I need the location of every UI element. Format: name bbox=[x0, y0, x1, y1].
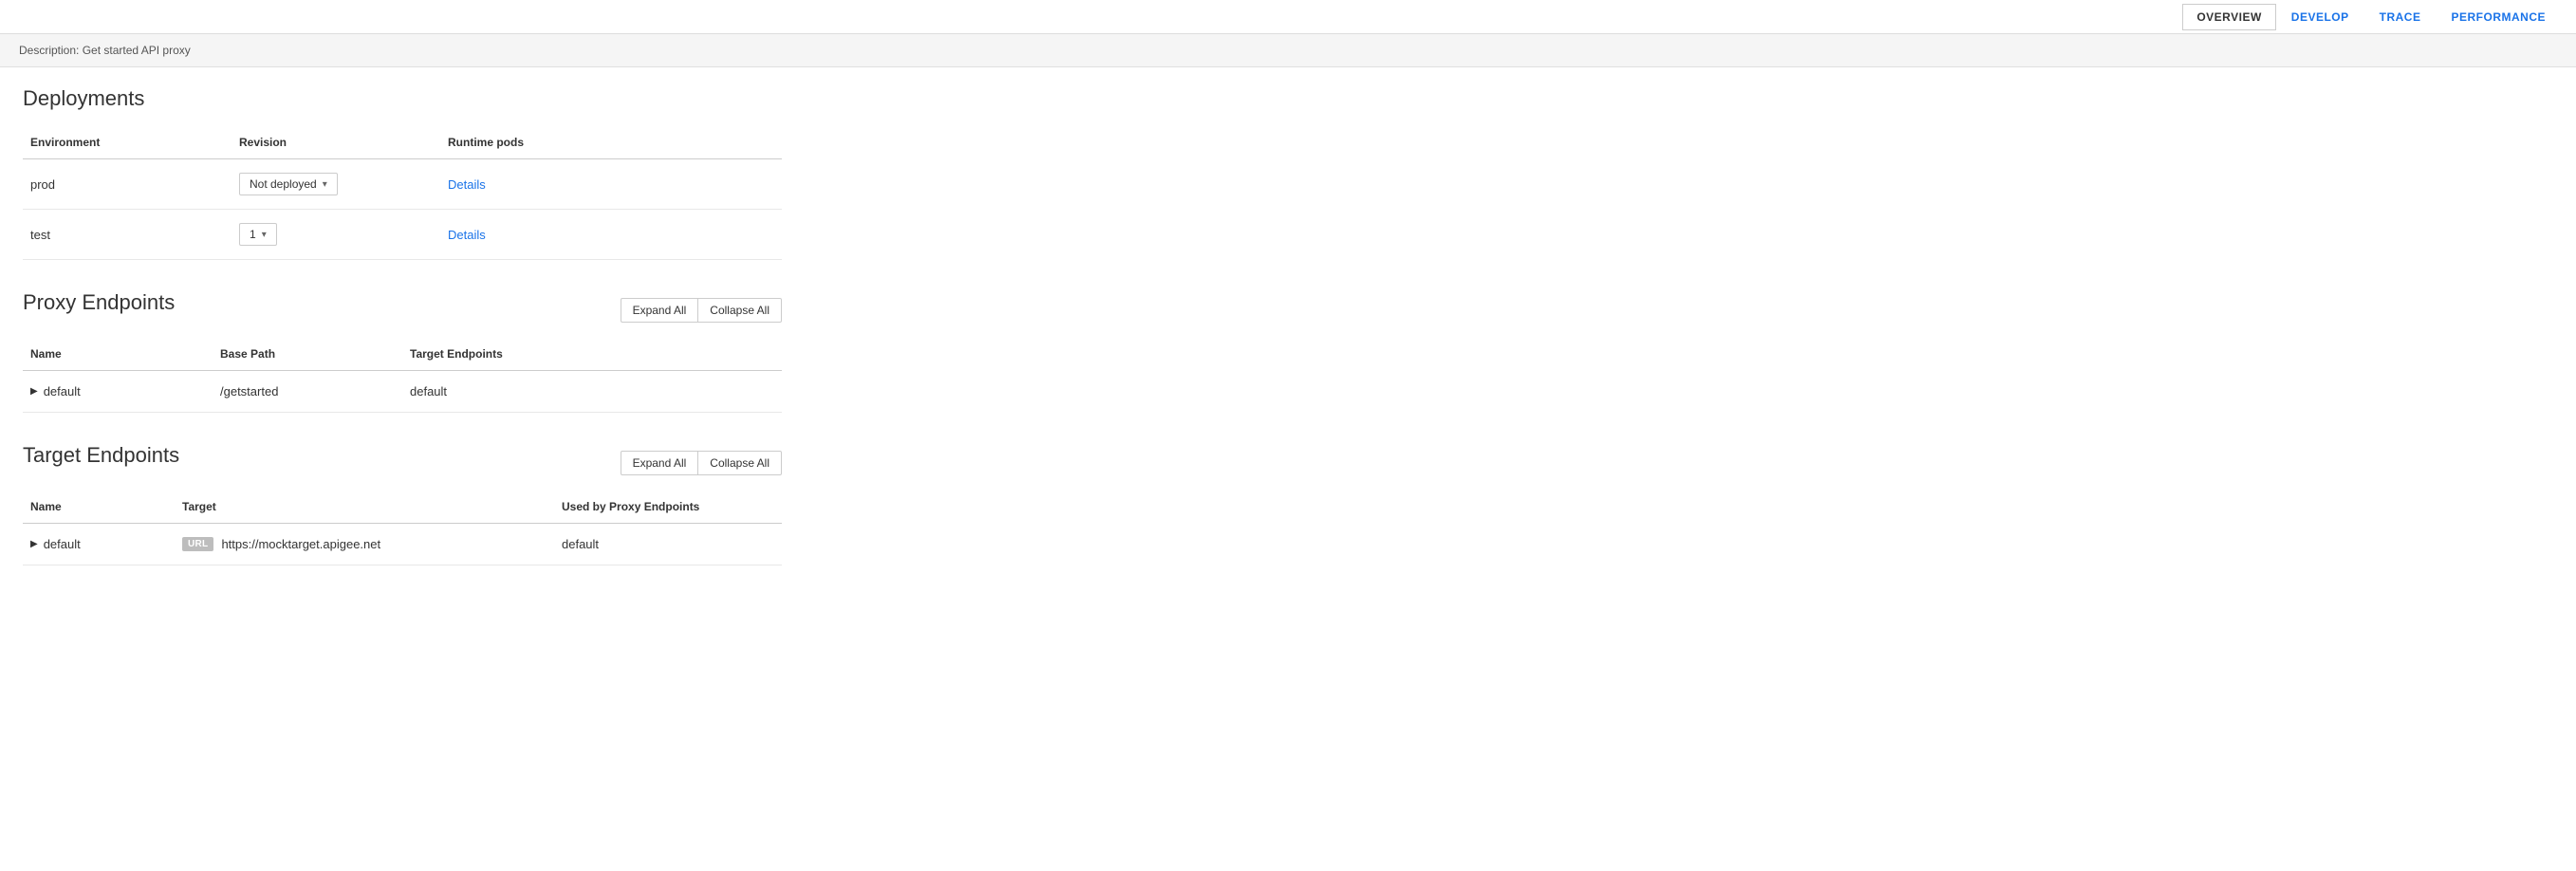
chevron-down-icon: ▾ bbox=[323, 179, 327, 190]
deployment-revision-test: 1 ▾ bbox=[232, 219, 440, 250]
deployment-env-test: test bbox=[23, 224, 232, 246]
nav-performance[interactable]: PERFORMANCE bbox=[2436, 3, 2561, 31]
description-bar: Description: Get started API proxy bbox=[0, 34, 2576, 67]
target-ep-table-header: Name Target Used by Proxy Endpoints bbox=[23, 491, 782, 524]
not-deployed-dropdown[interactable]: Not deployed ▾ bbox=[239, 173, 338, 195]
proxy-ep-name: default bbox=[44, 384, 81, 398]
deployment-pods-test: Details bbox=[440, 224, 782, 246]
target-ep-row-default: ▶ default URL https://mocktarget.apigee.… bbox=[23, 524, 782, 565]
expand-target-row-icon[interactable]: ▶ bbox=[30, 539, 38, 549]
nav-overview[interactable]: OVERVIEW bbox=[2182, 4, 2275, 30]
proxy-ep-table-header: Name Base Path Target Endpoints bbox=[23, 338, 782, 371]
proxy-endpoints-title: Proxy Endpoints bbox=[23, 290, 175, 315]
target-ep-used-by: default bbox=[554, 533, 782, 555]
proxy-ep-col-basepath: Base Path bbox=[213, 343, 402, 364]
deployments-section: Deployments Environment Revision Runtime… bbox=[23, 86, 782, 260]
target-ep-col-used-by: Used by Proxy Endpoints bbox=[554, 496, 782, 517]
deployments-title: Deployments bbox=[23, 86, 782, 111]
proxy-endpoints-section: Proxy Endpoints Expand All Collapse All … bbox=[23, 290, 2553, 413]
target-expand-collapse-btns: Expand All Collapse All bbox=[621, 451, 782, 475]
target-ep-name-cell: ▶ default bbox=[23, 533, 175, 555]
deployment-revision-prod: Not deployed ▾ bbox=[232, 169, 440, 199]
target-endpoints-header-row: Target Endpoints Expand All Collapse All bbox=[23, 443, 782, 483]
url-badge: URL bbox=[182, 537, 213, 551]
proxy-ep-name-cell: ▶ default bbox=[23, 380, 213, 402]
target-collapse-all-button[interactable]: Collapse All bbox=[697, 451, 782, 475]
deployments-col-runtime: Runtime pods bbox=[440, 132, 782, 153]
target-endpoints-table: Name Target Used by Proxy Endpoints ▶ de… bbox=[23, 491, 782, 565]
target-endpoints-title: Target Endpoints bbox=[23, 443, 179, 468]
deployment-env-prod: prod bbox=[23, 174, 232, 195]
chevron-down-icon: ▾ bbox=[262, 230, 267, 240]
nav-trace[interactable]: TRACE bbox=[2364, 3, 2437, 31]
revision-dropdown-test[interactable]: 1 ▾ bbox=[239, 223, 277, 246]
prod-details-link[interactable]: Details bbox=[448, 177, 486, 192]
description-text: Description: Get started API proxy bbox=[19, 44, 191, 57]
proxy-ep-target: default bbox=[402, 380, 782, 402]
deployments-header: Environment Revision Runtime pods bbox=[23, 126, 782, 159]
proxy-expand-all-button[interactable]: Expand All bbox=[621, 298, 698, 323]
expand-row-icon[interactable]: ▶ bbox=[30, 386, 38, 397]
target-ep-url: https://mocktarget.apigee.net bbox=[221, 537, 380, 551]
proxy-ep-col-name: Name bbox=[23, 343, 213, 364]
proxy-ep-col-target: Target Endpoints bbox=[402, 343, 782, 364]
deployment-pods-prod: Details bbox=[440, 174, 782, 195]
target-endpoints-section: Target Endpoints Expand All Collapse All… bbox=[23, 443, 2553, 565]
test-details-link[interactable]: Details bbox=[448, 228, 486, 242]
deployment-row-test: test 1 ▾ Details bbox=[23, 210, 782, 260]
deployment-row-prod: prod Not deployed ▾ Details bbox=[23, 159, 782, 210]
deployments-col-revision: Revision bbox=[232, 132, 440, 153]
target-ep-url-cell: URL https://mocktarget.apigee.net bbox=[175, 533, 554, 555]
target-ep-col-target: Target bbox=[175, 496, 554, 517]
nav-develop[interactable]: DEVELOP bbox=[2276, 3, 2364, 31]
proxy-endpoints-header-row: Proxy Endpoints Expand All Collapse All bbox=[23, 290, 782, 330]
proxy-endpoints-table: Name Base Path Target Endpoints ▶ defaul… bbox=[23, 338, 782, 413]
deployments-col-environment: Environment bbox=[23, 132, 232, 153]
main-content: Deployments Environment Revision Runtime… bbox=[0, 67, 2576, 615]
target-ep-name: default bbox=[44, 537, 81, 551]
target-ep-col-name: Name bbox=[23, 496, 175, 517]
target-expand-all-button[interactable]: Expand All bbox=[621, 451, 698, 475]
proxy-ep-row-default: ▶ default /getstarted default bbox=[23, 371, 782, 413]
proxy-collapse-all-button[interactable]: Collapse All bbox=[697, 298, 782, 323]
proxy-ep-basepath: /getstarted bbox=[213, 380, 402, 402]
top-nav: OVERVIEW DEVELOP TRACE PERFORMANCE bbox=[0, 0, 2576, 34]
proxy-expand-collapse-btns: Expand All Collapse All bbox=[621, 298, 782, 323]
